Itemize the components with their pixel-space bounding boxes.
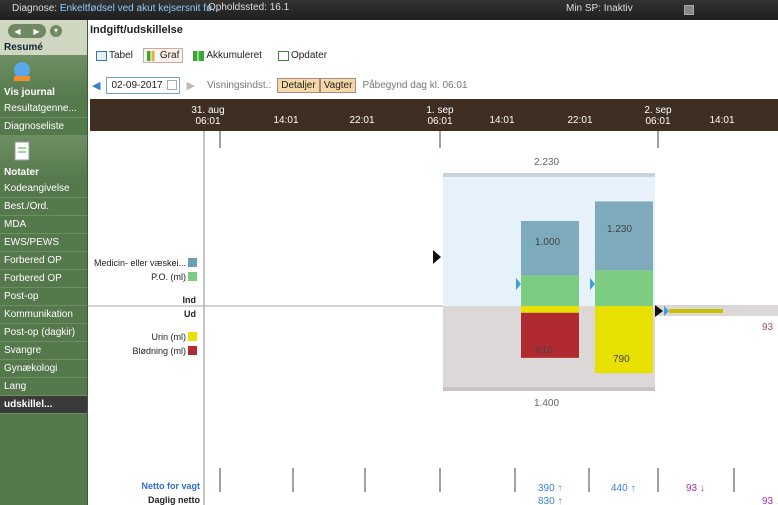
legend-out-header: Ud [184,309,196,319]
bar-po-intake [521,275,579,306]
bar-po-intake [595,270,653,306]
next-urine-bar [669,309,723,313]
legend-intake-label: P.O. (ml) [151,272,186,282]
daily-netto-value: 830 ↑ [538,496,563,505]
bar-medicine-intake [521,221,579,276]
output-day-box-bottom [443,387,655,391]
day-total-intake-label: 2.230 [534,157,560,168]
intake-day-box-top [443,173,655,177]
intake-output-chart [88,131,778,505]
netto-shift-value: 93 ↓ [686,483,705,494]
bar-urine-output [521,306,579,313]
bar-intake-total-label: 1.230 [607,224,633,235]
day-total-output-label: 1.400 [534,398,560,409]
legend-in-header: Ind [182,295,197,305]
bar-intake-total-label: 1.000 [535,237,561,248]
legend-output-swatch [188,346,197,355]
daily-netto-label: Daglig netto [148,495,200,505]
legend-output-label: Urin (ml) [151,332,187,342]
legend-output-swatch [188,332,197,341]
legend-intake-swatch [188,258,197,267]
shift-start-marker [433,250,441,264]
bar-output-total-label: 790 [613,354,630,365]
netto-shift-value: 440 ↑ [611,483,636,494]
daily-netto-value: 93 ↓ [762,496,778,505]
bar-medicine-intake [595,201,653,271]
legend-intake-swatch [188,272,197,281]
netto-shift-value: 390 ↑ [538,483,563,494]
app-window: Diagnose: Enkeltfødsel ved akut kejsersn… [0,0,778,505]
netto-shift-label: Netto for vagt [141,481,201,491]
legend-output-label: Blødning (ml) [132,346,186,356]
next-day-output-value: 93 [762,322,774,333]
bar-output-total-label: 610 [536,345,553,356]
legend-intake-label: Medicin- eller væskei... [93,258,186,268]
